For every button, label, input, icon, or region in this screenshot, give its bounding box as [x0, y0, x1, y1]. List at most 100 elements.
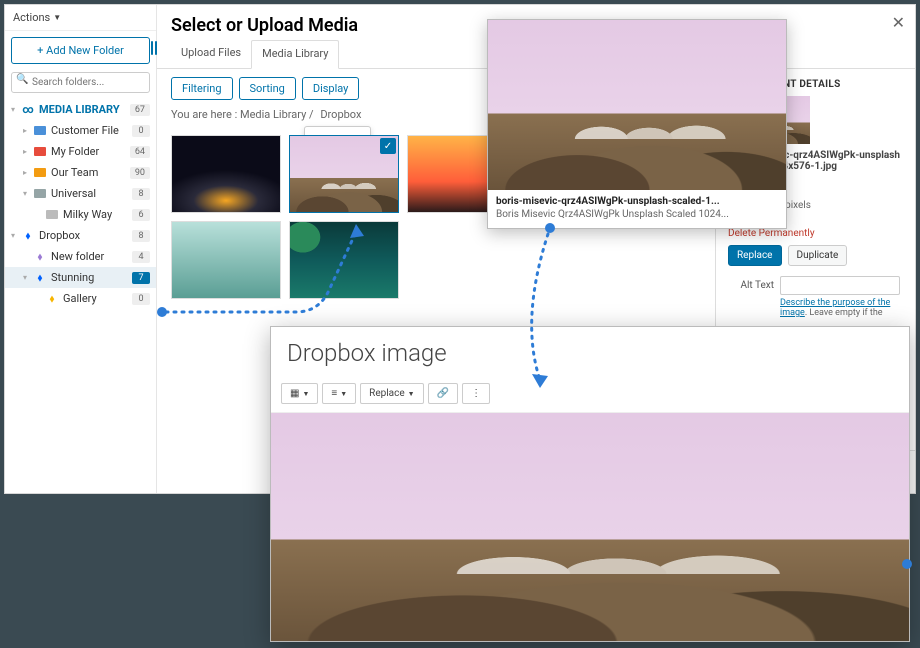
folder-icon — [33, 146, 47, 158]
chevron-down-icon: ▼ — [53, 13, 61, 22]
chevron-down-icon: ▼ — [408, 390, 415, 398]
filtering-button[interactable]: Filtering — [171, 77, 233, 100]
tree-count: 7 — [132, 272, 150, 284]
tree-count: 8 — [132, 230, 150, 242]
align-icon: ≡ — [331, 388, 337, 399]
tree-label: Dropbox — [39, 229, 132, 242]
tree-item[interactable]: Milky Way6 — [5, 204, 156, 225]
tree-count: 6 — [132, 209, 150, 221]
crumb-sep: / — [309, 108, 314, 121]
tree-item[interactable]: ▸ Our Team90 — [5, 162, 156, 183]
search-icon: 🔍 — [16, 74, 28, 85]
tree-label: New folder — [51, 250, 132, 263]
alt-text-label: Alt Text — [728, 276, 774, 291]
thumbnail[interactable] — [171, 135, 281, 213]
expand-icon: ▸ — [23, 168, 33, 177]
tree-count: 4 — [132, 251, 150, 263]
tree-label: Universal — [51, 187, 132, 200]
tree-count: 0 — [132, 293, 150, 305]
expand-icon: ▾ — [11, 231, 21, 240]
crumb-current[interactable]: Dropbox ⬧ Gallery — [320, 108, 361, 121]
editor-image[interactable] — [271, 413, 909, 642]
folder-sidebar: Actions ▼ + Add New Folder 🔍 ▾ ∞ MEDIA L… — [5, 5, 157, 493]
thumbnail-preview: boris-misevic-qrz4ASIWgPk-unsplash-scale… — [487, 19, 787, 229]
image-icon: ▦ — [290, 388, 299, 399]
tree-item-stunning[interactable]: ▾⬧ Stunning7 — [5, 267, 156, 288]
tab-upload[interactable]: Upload Files — [171, 40, 251, 68]
media-library-root[interactable]: ▾ ∞ MEDIA LIBRARY 67 — [5, 99, 156, 120]
tree-label: Stunning — [51, 271, 132, 284]
tree-item[interactable]: ⬧ New folder4 — [5, 246, 156, 267]
expand-icon: ▾ — [11, 105, 21, 114]
thumbnail-selected[interactable]: ✓ — [289, 135, 399, 213]
folder-search-input[interactable] — [11, 72, 150, 93]
duplicate-button[interactable]: Duplicate — [788, 245, 848, 266]
expand-icon: ▾ — [23, 189, 33, 198]
more-icon: ⋮ — [471, 388, 481, 399]
tree-item[interactable]: ▸ My Folder64 — [5, 141, 156, 162]
tree-label: My Folder — [51, 145, 130, 158]
check-icon: ✓ — [380, 138, 396, 154]
tree-count: 8 — [132, 188, 150, 200]
actions-menu[interactable]: Actions ▼ — [5, 5, 156, 31]
folder-icon — [45, 209, 59, 221]
tab-library[interactable]: Media Library — [251, 40, 339, 69]
preview-subtitle: Boris Misevic Qrz4ASIWgPk Unsplash Scale… — [496, 209, 778, 220]
tree-item[interactable]: ▾ Universal8 — [5, 183, 156, 204]
close-button[interactable]: ✕ — [892, 13, 905, 32]
replace-button[interactable]: Replace — [728, 245, 782, 266]
expand-icon: ▸ — [23, 147, 33, 156]
folder-icon — [33, 188, 47, 200]
dropbox-icon: ⬧ — [33, 251, 47, 263]
chevron-down-icon: ▼ — [340, 390, 347, 398]
folder-tree: ▾ ∞ MEDIA LIBRARY 67 ▸Customer File0 ▸My… — [5, 99, 156, 493]
dropbox-icon: ⬧ — [33, 272, 47, 284]
align-button[interactable]: ≡▼ — [322, 383, 356, 404]
replace-button[interactable]: Replace▼ — [360, 383, 423, 404]
add-folder-button[interactable]: + Add New Folder — [11, 37, 150, 64]
alt-hint: Describe the purpose of the image. Leave… — [780, 298, 903, 318]
tree-label: Milky Way — [63, 208, 132, 221]
preview-image — [488, 20, 786, 190]
folder-icon — [33, 125, 47, 137]
folder-search: 🔍 — [11, 70, 150, 93]
tree-count: 64 — [130, 146, 150, 158]
resize-handle[interactable] — [151, 41, 159, 55]
tree-count: 67 — [130, 104, 150, 116]
delete-link[interactable]: Delete Permanently — [728, 228, 815, 239]
tree-count: 90 — [130, 167, 150, 179]
thumbnail[interactable] — [171, 221, 281, 299]
crumb-current-label: Dropbox — [320, 108, 361, 121]
media-library-icon: ∞ — [21, 104, 35, 116]
more-button[interactable]: ⋮ — [462, 383, 490, 404]
alt-text-field: Alt Text Describe the purpose of the ima… — [728, 276, 903, 318]
crumb-prefix: You are here : — [171, 108, 237, 121]
tree-label: Customer File — [51, 124, 132, 137]
tree-count: 0 — [132, 125, 150, 137]
tree-label: Our Team — [51, 166, 130, 179]
tree-label: Gallery — [63, 292, 132, 305]
folder-icon — [33, 167, 47, 179]
block-editor: Dropbox image ▦▼ ≡▼ Replace▼ 🔗 ⋮ — [270, 326, 910, 642]
link-button[interactable]: 🔗 — [428, 383, 458, 404]
crumb-link[interactable]: Media Library — [240, 108, 306, 121]
image-type-button[interactable]: ▦▼ — [281, 383, 318, 404]
thumbnail[interactable] — [289, 221, 399, 299]
actions-label: Actions — [13, 11, 50, 24]
display-button[interactable]: Display — [302, 77, 360, 100]
sorting-button[interactable]: Sorting — [239, 77, 296, 100]
expand-icon: ▸ — [23, 126, 33, 135]
preview-filename: boris-misevic-qrz4ASIWgPk-unsplash-scale… — [496, 196, 778, 207]
tree-item[interactable]: ⬧ Gallery0 — [5, 288, 156, 309]
tree-label: MEDIA LIBRARY — [39, 103, 130, 116]
expand-icon: ▾ — [23, 273, 33, 282]
dropbox-icon: ⬧ — [21, 230, 35, 242]
editor-toolbar: ▦▼ ≡▼ Replace▼ 🔗 ⋮ — [271, 379, 909, 413]
dropbox-root[interactable]: ▾⬧ Dropbox8 — [5, 225, 156, 246]
chevron-down-icon: ▼ — [302, 390, 309, 398]
dropbox-icon: ⬧ — [45, 293, 59, 305]
editor-title: Dropbox image — [271, 327, 909, 379]
tree-item[interactable]: ▸ Customer File0 — [5, 120, 156, 141]
replace-label: Replace — [369, 388, 405, 399]
alt-text-input[interactable] — [780, 276, 900, 295]
